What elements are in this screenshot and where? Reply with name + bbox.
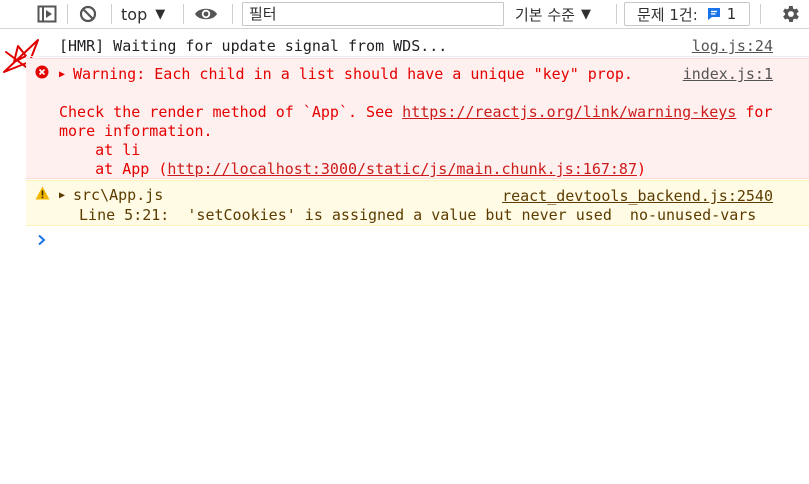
error-detail-prefix: Check the render method of `App`. See (59, 103, 403, 121)
log-source-link[interactable]: log.js:24 (692, 37, 773, 56)
error-icon (35, 65, 49, 79)
expand-triangle-icon[interactable]: ▶ (59, 186, 73, 205)
caret-down-icon: ▼ (580, 6, 591, 22)
toolbar-separator (183, 4, 184, 24)
warning-icon (35, 186, 50, 200)
toolbar-separator (760, 4, 761, 24)
warning-source-link[interactable]: react_devtools_backend.js:2540 (502, 187, 773, 206)
warning-keys-link[interactable]: https://reactjs.org/link/warning-keys (402, 103, 736, 121)
chevron-right-icon (38, 234, 46, 246)
main-chunk-link[interactable]: http://localhost:3000/static/js/main.chu… (167, 160, 637, 178)
console-log-message: [HMR] Waiting for update signal from WDS… (26, 30, 809, 57)
eye-icon (195, 8, 217, 20)
context-label: top (121, 4, 148, 24)
context-selector[interactable]: top ▼ (121, 0, 177, 28)
sidebar-toggle-button[interactable] (33, 0, 61, 28)
toolbar-separator (232, 4, 233, 24)
issues-button[interactable]: 문제 1건: 1 (624, 2, 750, 26)
error-detail: Check the render method of `App`. See ht… (59, 103, 772, 122)
issues-count: 1 (726, 5, 737, 23)
warning-summary[interactable]: ▶ src\App.js (59, 186, 163, 207)
gear-icon (783, 6, 799, 22)
clear-console-icon (79, 5, 97, 23)
settings-button[interactable] (775, 0, 805, 28)
error-stack-line-2: at App (http://localhost:3000/static/js/… (59, 160, 646, 179)
issues-label: 문제 1건: (637, 5, 698, 24)
console-error-message: ▶ Warning: Each child in a list should ha… (26, 58, 809, 179)
console-toolbar: top ▼ 기본 수준 ▼ 문제 1건: 1 (0, 0, 809, 29)
live-expression-button[interactable] (191, 0, 221, 28)
filter-input[interactable] (242, 2, 504, 26)
console-prompt[interactable] (37, 232, 47, 251)
error-stack-line-1: at li (59, 141, 141, 159)
error-summary[interactable]: ▶ Warning: Each child in a list should ha… (59, 65, 633, 86)
log-text: [HMR] Waiting for update signal from WDS… (59, 37, 448, 55)
chat-bubble-icon (706, 6, 722, 22)
console-warning-message: ▶ src\App.js react_devtools_backend.js:25… (26, 180, 809, 226)
toolbar-separator (616, 4, 617, 24)
warning-detail: Line 5:21: 'setCookies' is assigned a va… (70, 206, 757, 224)
error-source-link[interactable]: index.js:1 (683, 65, 773, 84)
levels-label: 기본 수준 (515, 5, 575, 24)
error-detail-line2: more information. (59, 122, 213, 140)
stack-suffix: ) (636, 160, 647, 178)
error-detail-suffix: for (736, 103, 773, 121)
toolbar-separator (67, 4, 68, 24)
toolbar-separator (111, 4, 112, 24)
caret-down-icon: ▼ (155, 6, 166, 22)
sidebar-toggle-icon (37, 5, 57, 23)
expand-triangle-icon[interactable]: ▶ (59, 65, 73, 84)
error-summary-text: Warning: Each child in a list should hav… (73, 65, 633, 83)
stack-prefix: at App ( (59, 160, 168, 178)
clear-console-button[interactable] (74, 0, 102, 28)
warning-summary-text: src\App.js (73, 186, 164, 204)
log-levels-dropdown[interactable]: 기본 수준 ▼ (509, 0, 613, 28)
